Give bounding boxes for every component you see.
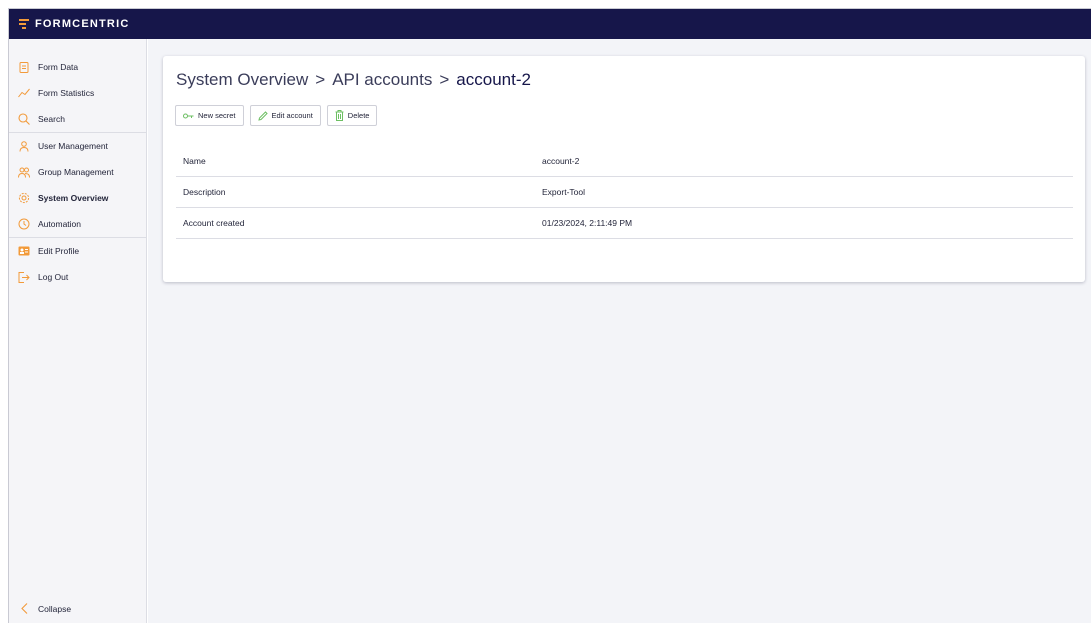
user-icon <box>18 140 30 152</box>
sidebar-item-label: Group Management <box>38 167 114 177</box>
chart-icon <box>18 87 30 99</box>
main-content: System Overview > API accounts > account… <box>148 39 1091 623</box>
detail-label: Account created <box>183 218 245 228</box>
top-bar: FORMCENTRIC <box>9 9 1091 39</box>
account-detail-card: System Overview > API accounts > account… <box>163 56 1085 282</box>
delete-label: Delete <box>347 111 370 120</box>
logout-icon <box>18 271 30 283</box>
table-row: Name account-2 <box>176 146 1073 177</box>
edit-account-button[interactable]: Edit account <box>249 105 321 126</box>
brand-name: FORMCENTRIC <box>35 18 130 30</box>
sidebar-item-label: User Management <box>38 141 108 151</box>
trash-icon <box>335 110 344 121</box>
key-icon <box>183 113 194 119</box>
collapse-sidebar-button[interactable]: Collapse <box>18 603 71 614</box>
chevron-left-icon <box>18 603 30 614</box>
sidebar-item-edit-profile[interactable]: Edit Profile <box>9 238 146 264</box>
sidebar-item-label: Search <box>38 114 65 124</box>
detail-label: Name <box>183 156 206 166</box>
form-icon <box>18 61 30 73</box>
breadcrumb-api-accounts[interactable]: API accounts <box>332 70 432 90</box>
sidebar-group-account: Edit Profile Log Out <box>9 238 146 290</box>
breadcrumb: System Overview > API accounts > account… <box>176 70 531 90</box>
account-details-table: Name account-2 Description Export-Tool A… <box>176 146 1073 239</box>
sidebar-item-label: Automation <box>38 219 81 229</box>
brand-logo[interactable]: FORMCENTRIC <box>19 18 129 30</box>
breadcrumb-current: account-2 <box>456 70 531 89</box>
breadcrumb-separator: > <box>315 70 326 89</box>
sidebar-item-form-data[interactable]: Form Data <box>9 54 146 80</box>
sidebar-item-label: Log Out <box>38 272 69 282</box>
sidebar-item-automation[interactable]: Automation <box>9 211 146 237</box>
search-icon <box>18 113 30 125</box>
app-window: FORMCENTRIC Form Data Form Statistics Se… <box>8 8 1091 623</box>
edit-account-label: Edit account <box>271 111 313 120</box>
detail-value: 01/23/2024, 2:11:49 PM <box>542 218 633 228</box>
sidebar-item-label: Form Data <box>38 62 79 72</box>
sidebar: Form Data Form Statistics Search User Ma… <box>9 39 147 623</box>
sidebar-group-forms: Form Data Form Statistics Search <box>9 39 146 133</box>
collapse-label: Collapse <box>38 603 72 614</box>
pencil-icon <box>257 110 268 121</box>
clock-icon <box>18 218 30 230</box>
table-row: Account created 01/23/2024, 2:11:49 PM <box>176 208 1073 239</box>
sidebar-item-user-management[interactable]: User Management <box>9 133 146 159</box>
sidebar-group-admin: User Management Group Management System … <box>9 133 146 238</box>
sidebar-item-label: System Overview <box>38 193 109 203</box>
sidebar-item-search[interactable]: Search <box>9 106 146 132</box>
profile-card-icon <box>18 245 30 257</box>
sidebar-item-system-overview[interactable]: System Overview <box>9 185 146 211</box>
sidebar-item-log-out[interactable]: Log Out <box>9 264 146 290</box>
delete-button[interactable]: Delete <box>326 105 378 126</box>
sidebar-item-label: Edit Profile <box>38 246 80 256</box>
table-row: Description Export-Tool <box>176 177 1073 208</box>
gear-icon <box>18 192 30 204</box>
sidebar-item-group-management[interactable]: Group Management <box>9 159 146 185</box>
new-secret-button[interactable]: New secret <box>175 105 244 126</box>
group-icon <box>18 166 30 178</box>
formcentric-logo-icon <box>19 18 29 30</box>
breadcrumb-separator: > <box>439 70 450 89</box>
sidebar-item-form-statistics[interactable]: Form Statistics <box>9 80 146 106</box>
detail-value: Export-Tool <box>542 187 585 197</box>
detail-value: account-2 <box>542 156 580 166</box>
sidebar-item-label: Form Statistics <box>38 88 95 98</box>
action-toolbar: New secret Edit account Delete <box>175 105 378 126</box>
detail-label: Description <box>183 187 226 197</box>
new-secret-label: New secret <box>198 111 236 120</box>
breadcrumb-system-overview[interactable]: System Overview <box>176 70 308 90</box>
